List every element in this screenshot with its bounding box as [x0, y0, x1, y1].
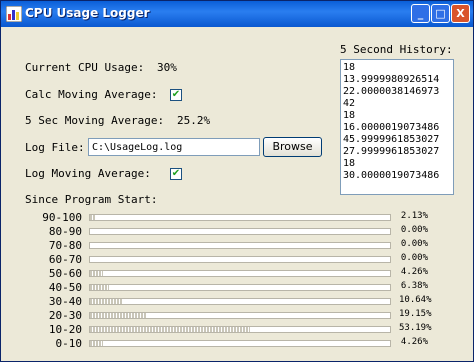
- histogram-progress-bar: [89, 270, 391, 277]
- histogram-range-label: 80-90: [48, 225, 82, 238]
- histogram-row: 90-100 2.13%: [1, 211, 474, 224]
- histogram-progress-bar: [89, 284, 391, 291]
- histogram-progress-fill: [90, 299, 122, 304]
- history-item[interactable]: 16.0000019073486: [343, 122, 451, 134]
- histogram-row: 30-40 10.64%: [1, 295, 474, 308]
- history-item[interactable]: 18: [343, 158, 451, 170]
- close-button[interactable]: X: [451, 4, 470, 23]
- title-bar[interactable]: CPU Usage Logger _ □ X: [1, 1, 473, 27]
- current-cpu-label: Current CPU Usage:: [25, 61, 145, 74]
- histogram-percent: 19.15%: [399, 309, 432, 319]
- histogram-percent: 10.64%: [399, 295, 432, 305]
- current-cpu-value: 30%: [157, 61, 177, 74]
- check-icon: ✔: [171, 89, 181, 100]
- calc-moving-average-label: Calc Moving Average:: [25, 88, 158, 101]
- histogram-percent: 53.19%: [399, 323, 432, 333]
- histogram-progress-bar: [89, 214, 391, 221]
- histogram-percent: 0.00%: [400, 225, 428, 235]
- histogram-row: 70-80 0.00%: [1, 239, 474, 252]
- moving-average-label: 5 Sec Moving Average:: [25, 114, 165, 127]
- histogram-percent: 4.26%: [400, 267, 428, 277]
- browse-button[interactable]: Browse: [263, 137, 322, 157]
- histogram-progress-fill: [90, 285, 110, 290]
- histogram-range-label: 30-40: [48, 295, 82, 308]
- log-moving-average-label: Log Moving Average:: [25, 167, 151, 180]
- log-file-input[interactable]: C:\UsageLog.log: [88, 138, 260, 156]
- histogram-progress-bar: [89, 340, 391, 347]
- histogram-progress-fill: [90, 271, 103, 276]
- histogram-percent: 4.26%: [400, 337, 428, 347]
- histogram-percent: 0.00%: [400, 253, 428, 263]
- histogram-progress-bar: [89, 242, 391, 249]
- histogram-progress-fill: [90, 313, 148, 318]
- app-window: CPU Usage Logger _ □ X Current CPU Usage…: [0, 0, 474, 362]
- histogram-range-label: 60-70: [48, 253, 82, 266]
- histogram-progress-bar: [89, 298, 391, 305]
- log-moving-average-checkbox[interactable]: ✔: [170, 168, 182, 180]
- history-item[interactable]: 27.9999961853027: [343, 146, 451, 158]
- histogram-row: 20-30 19.15%: [1, 309, 474, 322]
- histogram-percent: 2.13%: [400, 211, 428, 221]
- histogram-progress-bar: [89, 228, 391, 235]
- histogram-range-label: 70-80: [48, 239, 82, 252]
- histogram-row: 60-70 0.00%: [1, 253, 474, 266]
- histogram-range-label: 90-100: [42, 211, 82, 224]
- history-item[interactable]: 18: [343, 62, 451, 74]
- histogram-progress-bar: [89, 326, 391, 333]
- histogram-progress-bar: [89, 256, 391, 263]
- moving-average-value: 25.2%: [177, 114, 211, 127]
- histogram-range-label: 0-10: [55, 337, 83, 350]
- histogram-row: 0-10 4.26%: [1, 337, 474, 350]
- history-item[interactable]: 22.0000038146973: [343, 86, 451, 98]
- histogram-row: 50-60 4.26%: [1, 267, 474, 280]
- histogram-range-label: 40-50: [48, 281, 82, 294]
- histogram-range-label: 50-60: [48, 267, 82, 280]
- app-icon: [6, 6, 22, 22]
- calc-moving-average-checkbox[interactable]: ✔: [170, 89, 182, 101]
- history-item[interactable]: 13.9999980926514: [343, 74, 451, 86]
- window-title: CPU Usage Logger: [25, 6, 150, 20]
- history-item[interactable]: 30.0000019073486: [343, 170, 451, 182]
- history-item[interactable]: 45.9999961853027: [343, 134, 451, 146]
- minimize-button[interactable]: _: [411, 4, 430, 23]
- histogram-row: 80-90 0.00%: [1, 225, 474, 238]
- history-item[interactable]: 42: [343, 98, 451, 110]
- histogram-row: 10-20 53.19%: [1, 323, 474, 336]
- histogram-progress-fill: [90, 341, 103, 346]
- history-listbox[interactable]: 18 13.9999980926514 22.0000038146973 42 18 16…: [340, 59, 454, 195]
- histogram-progress-fill: [90, 327, 250, 332]
- histogram-range-label: 20-30: [48, 309, 82, 322]
- histogram-range-label: 10-20: [48, 323, 82, 336]
- log-file-label: Log File:: [25, 141, 85, 154]
- histogram-row: 40-50 6.38%: [1, 281, 474, 294]
- histogram-percent: 0.00%: [400, 239, 428, 249]
- maximize-button[interactable]: □: [431, 4, 450, 23]
- histogram-percent: 6.38%: [400, 281, 428, 291]
- check-icon: ✔: [171, 168, 181, 179]
- history-item[interactable]: 18: [343, 110, 451, 122]
- histogram-progress-bar: [89, 312, 391, 319]
- history-label: 5 Second History:: [340, 43, 453, 56]
- histogram-progress-fill: [90, 215, 97, 220]
- since-program-start-label: Since Program Start:: [25, 193, 158, 206]
